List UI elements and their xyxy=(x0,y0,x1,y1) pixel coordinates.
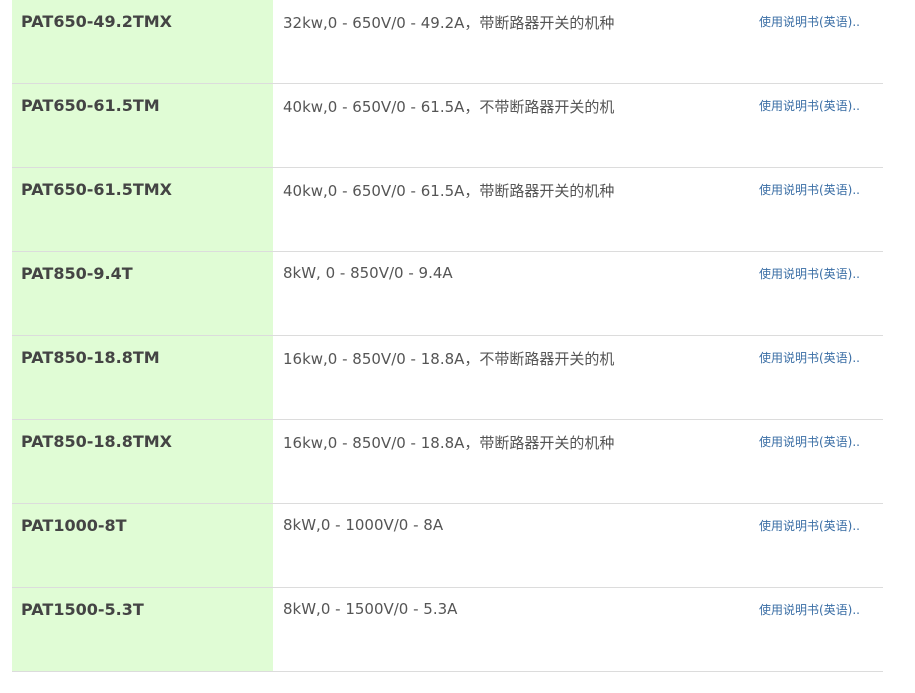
model-name: PAT1000-8T xyxy=(12,504,273,587)
manual-link[interactable]: 使用说明书(英语).. xyxy=(759,351,860,365)
spec-description: 40kw,0 - 650V/0 - 61.5A，带断路器开关的机种 xyxy=(283,182,615,200)
manual-link[interactable]: 使用说明书(英语).. xyxy=(759,435,860,449)
spec-description: 16kw,0 - 850V/0 - 18.8A，带断路器开关的机种 xyxy=(283,434,615,452)
manual-link[interactable]: 使用说明书(英语).. xyxy=(759,99,860,113)
manual-link[interactable]: 使用说明书(英语).. xyxy=(759,519,860,533)
model-name: PAT650-61.5TM xyxy=(12,84,273,167)
spec-description: 16kw,0 - 850V/0 - 18.8A，不带断路器开关的机 xyxy=(283,350,615,368)
manual-link[interactable]: 使用说明书(英语).. xyxy=(759,15,860,29)
spec-description: 8kW,0 - 1500V/0 - 5.3A xyxy=(283,600,458,618)
manual-link[interactable]: 使用说明书(英语).. xyxy=(759,603,860,617)
table-row: PAT850-9.4T 8kW, 0 - 850V/0 - 9.4A 使用说明书… xyxy=(12,252,883,336)
spec-description: 8kW,0 - 1000V/0 - 8A xyxy=(283,516,444,534)
table-row: PAT850-18.8TM 16kw,0 - 850V/0 - 18.8A，不带… xyxy=(12,336,883,420)
manual-link-cell: 使用说明书(英语).. xyxy=(755,420,883,503)
manual-link-cell: 使用说明书(英语).. xyxy=(755,0,883,83)
model-name: PAT850-18.8TM xyxy=(12,336,273,419)
manual-link-cell: 使用说明书(英语).. xyxy=(755,168,883,251)
spec-description: 32kw,0 - 650V/0 - 49.2A，带断路器开关的机种 xyxy=(283,14,615,32)
model-name: PAT850-9.4T xyxy=(12,252,273,335)
table-row: PAT650-61.5TM 40kw,0 - 650V/0 - 61.5A，不带… xyxy=(12,84,883,168)
manual-link-cell: 使用说明书(英语).. xyxy=(755,336,883,419)
spec-description: 40kw,0 - 650V/0 - 61.5A，不带断路器开关的机 xyxy=(283,98,615,116)
manual-link-cell: 使用说明书(英语).. xyxy=(755,252,883,335)
model-name: PAT650-49.2TMX xyxy=(12,0,273,83)
manual-link-cell: 使用说明书(英语).. xyxy=(755,84,883,167)
table-row: PAT850-18.8TMX 16kw,0 - 850V/0 - 18.8A，带… xyxy=(12,420,883,504)
manual-link-cell: 使用说明书(英语).. xyxy=(755,588,883,671)
model-name: PAT650-61.5TMX xyxy=(12,168,273,251)
manual-link[interactable]: 使用说明书(英语).. xyxy=(759,267,860,281)
spec-description: 8kW, 0 - 850V/0 - 9.4A xyxy=(283,264,453,282)
table-row: PAT1500-5.3T 8kW,0 - 1500V/0 - 5.3A 使用说明… xyxy=(12,588,883,672)
model-name: PAT1500-5.3T xyxy=(12,588,273,671)
table-row: PAT1000-8T 8kW,0 - 1000V/0 - 8A 使用说明书(英语… xyxy=(12,504,883,588)
table-row: PAT650-61.5TMX 40kw,0 - 650V/0 - 61.5A，带… xyxy=(12,168,883,252)
model-name: PAT850-18.8TMX xyxy=(12,420,273,503)
product-table: PAT650-49.2TMX 32kw,0 - 650V/0 - 49.2A，带… xyxy=(12,0,883,672)
manual-link-cell: 使用说明书(英语).. xyxy=(755,504,883,587)
table-row: PAT650-49.2TMX 32kw,0 - 650V/0 - 49.2A，带… xyxy=(12,0,883,84)
manual-link[interactable]: 使用说明书(英语).. xyxy=(759,183,860,197)
